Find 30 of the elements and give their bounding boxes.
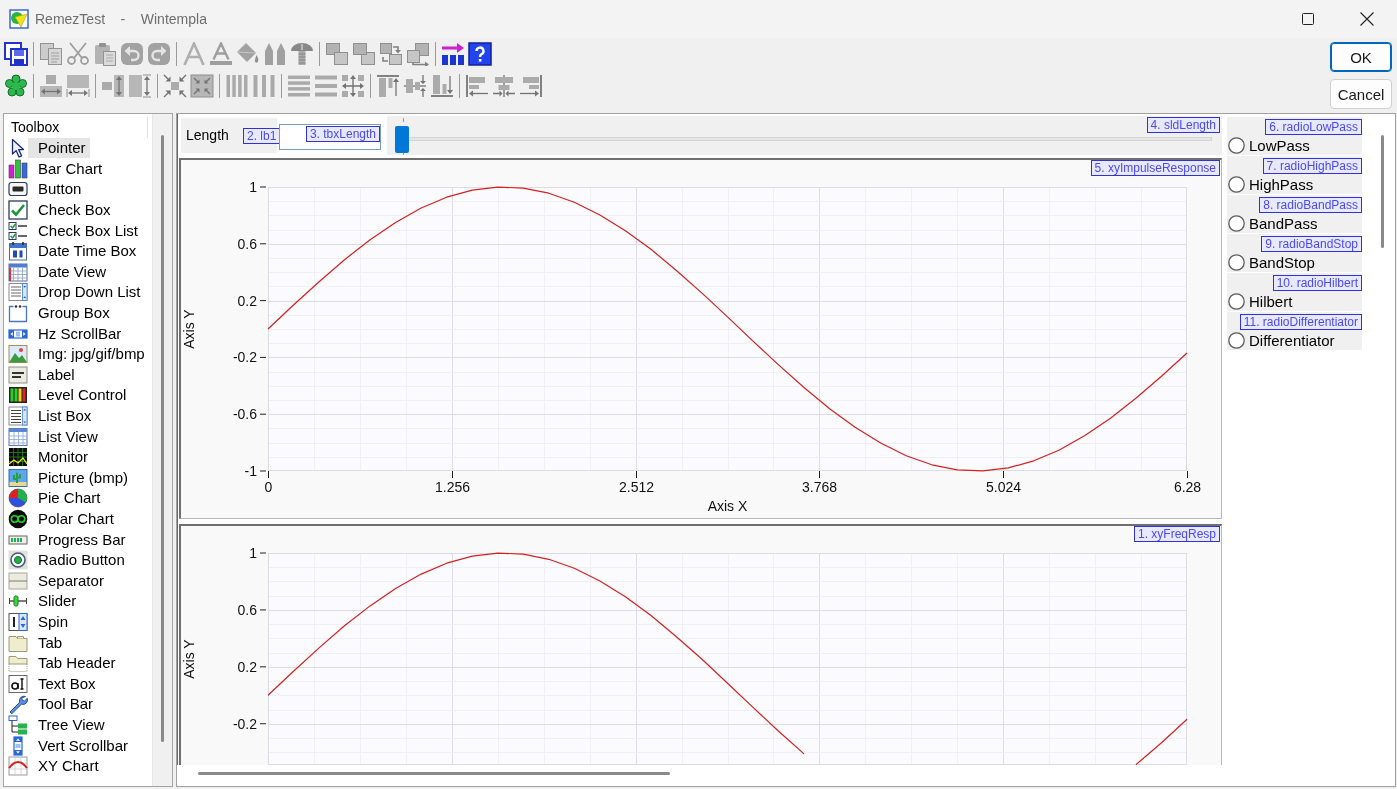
- axis-tick-label: 1: [249, 179, 257, 195]
- axis-tick-label: 1.256: [435, 479, 470, 495]
- axis-tick-label: 0.6: [237, 601, 257, 618]
- axis-tick-label: -0.6: [232, 406, 257, 423]
- axis-title: Axis Y: [181, 309, 197, 349]
- axis-tick-label: 3.768: [802, 479, 837, 495]
- control-name-label: 1. xyFreqResp: [1133, 526, 1220, 542]
- control-name-label: 6. radioLowPass: [1265, 119, 1362, 135]
- axis-tick-label: 6.28: [1173, 479, 1202, 495]
- axis-tick-label: -1: [244, 463, 257, 479]
- axis-tick-label: 2.512: [619, 479, 654, 495]
- control-name-label: 3. tbxLength: [305, 126, 380, 142]
- axis-tick-label: 5.024: [986, 479, 1021, 495]
- axis-tick-label: 0.2: [237, 292, 257, 309]
- control-name-label: 11. radioDifferentiator: [1239, 314, 1362, 330]
- control-name-label: 4. sldLength: [1146, 117, 1220, 133]
- axis-tick-label: -0.2: [232, 349, 257, 366]
- axis-tick-label: 0.6: [237, 235, 257, 252]
- control-name-label: 9. radioBandStop: [1261, 236, 1362, 252]
- control-name-label: 5. xyImpulseResponse: [1090, 160, 1220, 176]
- control-name-label: 10. radioHilbert: [1272, 275, 1362, 291]
- control-name-label: 7. radioHighPass: [1262, 158, 1362, 174]
- control-name-label: 2. lb1: [243, 128, 281, 144]
- control-name-label: 8. radioBandPass: [1259, 197, 1362, 213]
- axis-tick-label: 0.2: [237, 658, 257, 675]
- axis-title: Axis X: [707, 498, 748, 514]
- window-title: RemezTest - Wintempla: [35, 11, 207, 27]
- axis-tick-label: -0.2: [232, 715, 257, 732]
- axis-tick-label: 0: [264, 479, 273, 495]
- axis-tick-label: 1: [249, 545, 257, 561]
